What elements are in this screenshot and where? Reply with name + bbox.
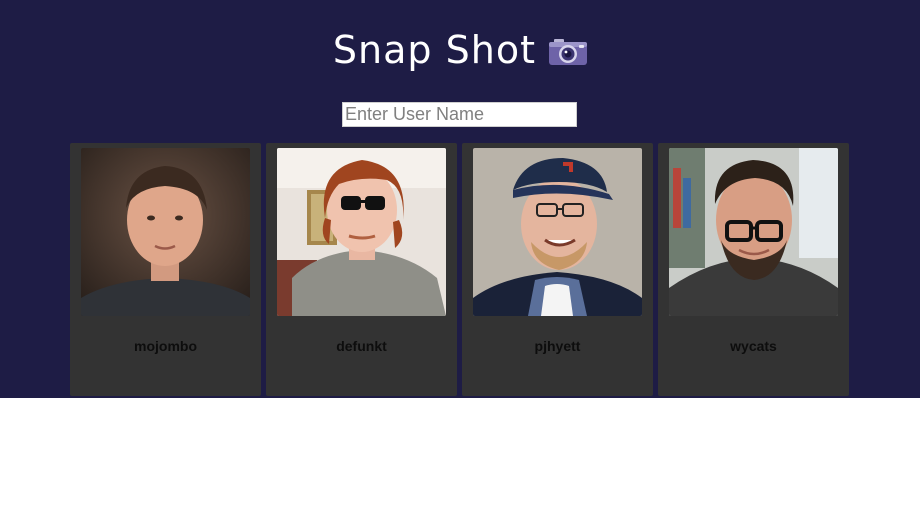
app-title: Snap Shot xyxy=(332,28,536,72)
user-card[interactable]: mojombo xyxy=(70,143,261,396)
user-card[interactable]: wycats xyxy=(658,143,849,396)
app-container: Snap Shot Enter User Name mojombo defunk… xyxy=(0,0,920,398)
username-label: wycats xyxy=(730,338,777,354)
username-label: defunkt xyxy=(336,338,387,354)
user-avatar[interactable] xyxy=(277,148,446,316)
user-card-grid: mojombo defunkt pjhyett wycats xyxy=(70,143,851,396)
user-avatar[interactable] xyxy=(81,148,250,316)
user-card[interactable]: pjhyett xyxy=(462,143,653,396)
username-search-input[interactable] xyxy=(342,102,577,127)
user-avatar[interactable] xyxy=(473,148,642,316)
header: Snap Shot xyxy=(0,28,920,72)
camera-icon xyxy=(549,39,588,65)
user-avatar[interactable] xyxy=(669,148,838,316)
user-card[interactable]: defunkt xyxy=(266,143,457,396)
username-label: pjhyett xyxy=(534,338,581,354)
username-label: mojombo xyxy=(134,338,197,354)
